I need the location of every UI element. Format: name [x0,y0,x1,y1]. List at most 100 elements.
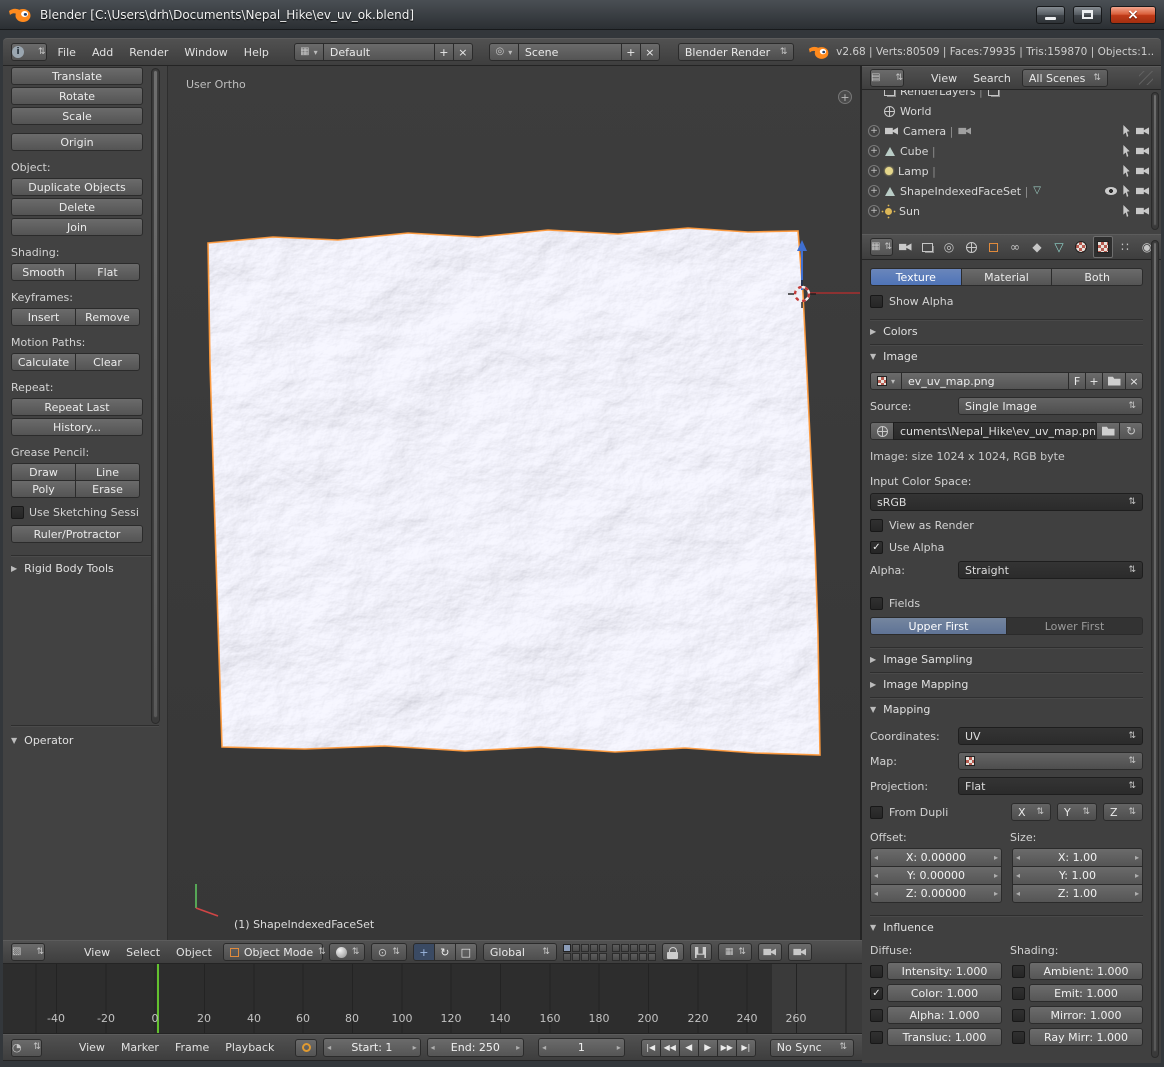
image-name-field[interactable]: ev_uv_map.png [901,372,1069,390]
layer-cell[interactable] [630,953,638,961]
image-panel-header[interactable]: ▼Image [870,350,1143,363]
tab-render-layers[interactable] [917,236,937,258]
scale-button[interactable]: Scale [11,107,143,125]
jump-prev-keyframe-button[interactable]: ◀◀ [660,1039,680,1057]
expand-icon[interactable]: + [868,125,880,137]
menu-add[interactable]: Add [87,46,118,59]
layer-cell[interactable] [621,944,629,952]
alpha-influence-checkbox[interactable] [870,1009,883,1022]
scene-name-field[interactable]: Scene [518,43,622,61]
increment-arrow-icon[interactable]: ▸ [994,889,998,898]
layout-name-field[interactable]: Default [323,43,435,61]
rotate-manipulator-toggle[interactable]: ↻ [434,943,456,961]
selectable-icon[interactable] [1122,185,1131,197]
open-image-button[interactable] [1102,372,1126,390]
reload-image-button[interactable]: ↻ [1119,422,1143,440]
mapping-panel-header[interactable]: ▼Mapping [870,703,1143,716]
decrement-arrow-icon[interactable]: ◂ [1016,871,1020,880]
menu-file[interactable]: File [53,46,81,59]
outliner-filter-dropdown[interactable]: All Scenes⇅ [1022,69,1108,87]
layer-cell[interactable] [599,953,607,961]
image-mapping-panel-header[interactable]: ▶Image Mapping [870,678,1143,691]
offset-y-field[interactable]: ◂Y: 0.00000▸ [870,866,1002,885]
layout-add-button[interactable]: + [434,43,454,61]
view-as-render-checkbox[interactable] [870,519,883,532]
layer-cell[interactable] [590,953,598,961]
filepath-browse-button[interactable] [1096,422,1120,440]
jump-to-end-button[interactable]: ▶| [736,1039,756,1057]
gp-draw-button[interactable]: Draw [11,463,76,481]
colorspace-dropdown[interactable]: sRGB⇅ [870,493,1143,511]
render-opengl-anim-button[interactable] [788,943,812,961]
outliner-menu-search[interactable]: Search [968,72,1016,85]
gp-line-button[interactable]: Line [75,463,140,481]
layer-cell[interactable] [639,944,647,952]
menu-help[interactable]: Help [239,46,274,59]
ambient-checkbox[interactable] [1012,965,1025,978]
viewport-canvas[interactable] [168,66,862,940]
gp-poly-button[interactable]: Poly [11,480,76,498]
ray-mirror-checkbox[interactable] [1012,1031,1025,1044]
offset-x-field[interactable]: ◂X: 0.00000▸ [870,848,1002,867]
outliner-item-name[interactable]: Cube [900,145,936,158]
use-alpha-checkbox[interactable] [870,541,883,554]
increment-arrow-icon[interactable]: ▸ [994,853,998,862]
decrement-arrow-icon[interactable]: ◂ [874,853,878,862]
render-engine-dropdown[interactable]: Blender Render⇅ [678,43,795,61]
terrain-mesh[interactable] [208,228,820,755]
translucency-checkbox[interactable] [870,1031,883,1044]
outliner-row-sun[interactable]: + Sun [862,201,1161,221]
snap-toggle-button[interactable] [690,943,712,961]
outliner-row-camera[interactable]: + Camera [862,121,1161,141]
rigid-body-tools-panel-header[interactable]: ▶Rigid Body Tools [11,562,167,575]
ruler-protractor-button[interactable]: Ruler/Protractor [11,525,143,543]
viewport-menu-object[interactable]: Object [171,946,217,959]
layer-cell[interactable] [581,944,589,952]
ambient-slider[interactable]: Ambient: 1.000 [1029,962,1143,980]
title-bar[interactable]: Blender [C:\Users\drh\Documents\Nepal_Hi… [0,0,1164,30]
rotate-button[interactable]: Rotate [11,87,143,105]
selectable-icon[interactable] [1122,165,1131,177]
outliner-row-world[interactable]: World [862,101,1161,121]
expand-icon[interactable]: + [868,145,880,157]
sync-mode-dropdown[interactable]: No Sync⇅ [770,1039,854,1057]
viewport-3d[interactable]: User Ortho (1) ShapeIndexedFaceSet + [168,66,862,940]
new-image-button[interactable]: + [1085,372,1103,390]
show-alpha-checkbox[interactable] [870,295,883,308]
remove-keyframe-button[interactable]: Remove [75,308,140,326]
play-button[interactable]: ▶ [698,1039,718,1057]
fake-user-button[interactable]: F [1068,372,1086,390]
tab-scene[interactable]: ◎ [939,236,959,258]
decrement-arrow-icon[interactable]: ◂ [431,1043,435,1052]
gp-erase-button[interactable]: Erase [75,480,140,498]
tab-object[interactable] [983,236,1003,258]
region-expand-plus-icon[interactable]: + [838,90,852,104]
scrollbar-thumb[interactable] [1153,94,1157,226]
tab-constraints[interactable]: ∞ [1005,236,1025,258]
image-browse-button[interactable]: ▾ [870,372,902,390]
selectable-icon[interactable] [1122,205,1131,217]
tab-material[interactable] [1071,236,1091,258]
scrollbar-thumb[interactable] [1153,242,1157,1052]
timeline-menu-view[interactable]: View [74,1041,110,1054]
renderable-icon[interactable] [1136,167,1149,176]
render-opengl-button[interactable] [758,943,782,961]
decrement-arrow-icon[interactable]: ◂ [327,1043,331,1052]
source-dropdown[interactable]: Single Image⇅ [958,397,1143,415]
decrement-arrow-icon[interactable]: ◂ [542,1043,546,1052]
layer-cell[interactable] [639,953,647,961]
origin-button[interactable]: Origin [11,133,143,151]
layout-browse-button[interactable]: ▦▾ [294,43,324,61]
editor-type-info-button[interactable]: i⇅ [11,43,47,61]
tab-object-data[interactable]: ▽ [1049,236,1069,258]
outliner-item-name[interactable]: World [900,105,932,118]
emit-slider[interactable]: Emit: 1.000 [1029,984,1143,1002]
frame-end-field[interactable]: ◂End: 250▸ [427,1038,524,1057]
duplicate-objects-button[interactable]: Duplicate Objects [11,178,143,196]
properties-scrollbar[interactable] [1151,240,1159,1058]
color-checkbox[interactable] [870,987,883,1000]
resize-grip[interactable] [1139,71,1153,85]
filepath-field[interactable]: cuments\Nepal_Hike\ev_uv_map.png [893,422,1097,440]
pivot-point-dropdown[interactable]: ⊙⇅ [371,943,407,961]
timeline-region[interactable]: -40 -20 0 20 40 60 80 100 120 140 160 18… [3,964,862,1034]
